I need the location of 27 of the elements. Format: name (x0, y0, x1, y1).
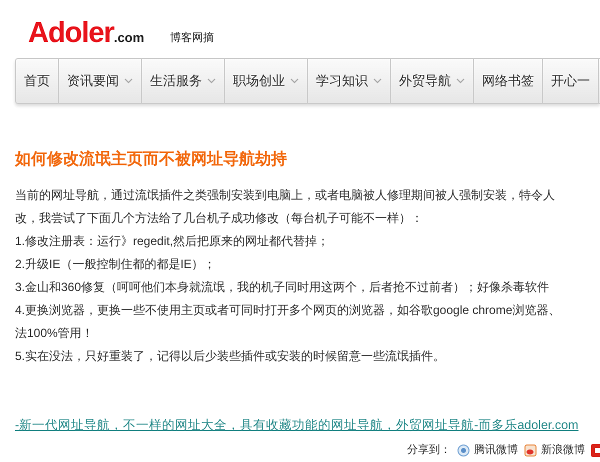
nav-item[interactable]: 首页 (16, 59, 59, 103)
logo[interactable]: Adoler.com (28, 18, 144, 48)
share-link[interactable]: 新浪微博 (524, 443, 585, 458)
text-line: 5.实在没法，只好重装了，记得以后少装些插件或安装的时候留意一些流氓插件。 (15, 348, 446, 366)
nav-item[interactable]: 学习知识 (308, 59, 391, 103)
nav-item[interactable]: 开心一 (543, 59, 599, 103)
text-line: 4.更换浏览器，更换一些不使用主页或者可同时打开多个网页的浏览器，如谷歌google chrome浏览器、 (15, 302, 562, 320)
text-line: 1.修改注册表：运行》regedit,然后把原来的网址都代替掉； (15, 233, 330, 250)
article-title: 如何修改流氓主页而不被网址导航劫持 (15, 149, 288, 168)
nav-item[interactable]: 职场创业 (225, 59, 308, 103)
nav-item[interactable]: 资讯要闻 (59, 59, 142, 103)
share-icon (524, 444, 537, 457)
text-line: 改，我尝试了下面几个方法给了几台机子成功修改（每台机子可能不一样）： (15, 210, 424, 228)
footer-link[interactable]: -新一代网址导航，不一样的网址大全，具有收藏功能的网址导航，外贸网址导航-而多乐adoler.com (15, 416, 578, 435)
text-line: 2.升级IE（一般控制住都的都是IE）； (15, 256, 217, 274)
text-line: 3.金山和360修复（呵呵他们本身就流氓，我的机子同时用这两个，后者抢不过前者）；好像杀毒软件 (15, 279, 550, 296)
share-label: 分享到： (407, 443, 451, 458)
nav-item[interactable]: 外贸导航 (391, 59, 474, 103)
share-icon (591, 444, 600, 457)
text-line: 法100%管用！ (15, 325, 95, 342)
nav-item[interactable]: 生活服务 (142, 59, 225, 103)
share-link[interactable]: 腾讯微博 (457, 443, 518, 458)
text-line: 当前的网址导航，通过流氓插件之类强制安装到电脑上，或者电脑被人修理期间被人强制安装，特令人 (15, 187, 556, 204)
nav-item[interactable]: 网络书签 (474, 59, 543, 103)
site-tagline: 博客网摘 (170, 30, 214, 46)
share-link[interactable] (591, 444, 600, 457)
share-icon (457, 444, 470, 457)
